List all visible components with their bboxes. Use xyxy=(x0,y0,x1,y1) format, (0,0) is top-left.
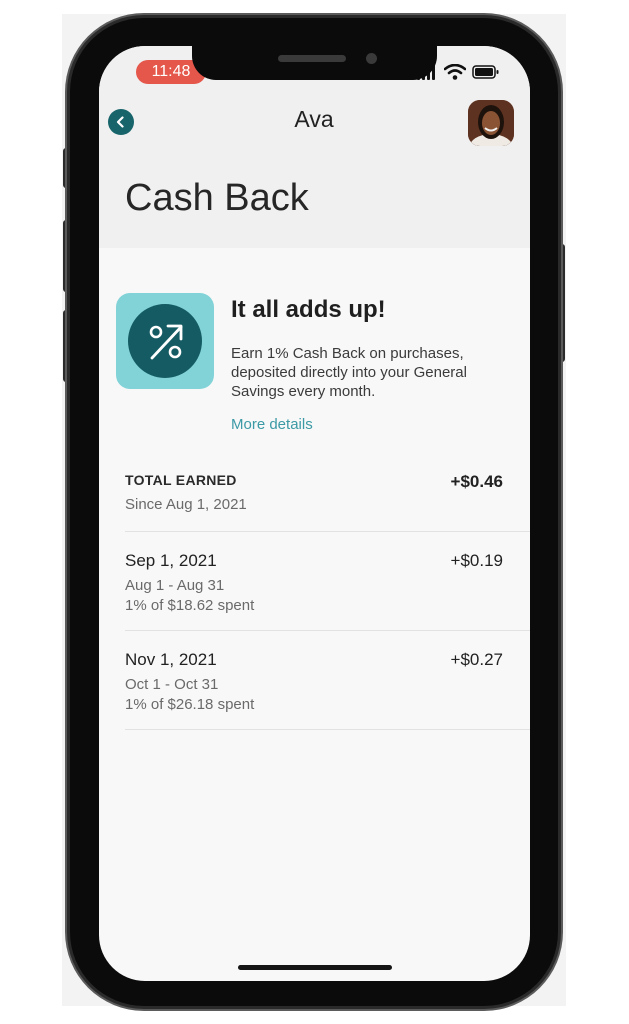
payout-date: Sep 1, 2021 xyxy=(125,551,217,570)
total-earned-row: TOTAL EARNED Since Aug 1, 2021 +$0.46 xyxy=(125,472,530,520)
promo-heading: It all adds up! xyxy=(231,296,386,323)
list-item[interactable]: Nov 1, 2021 Oct 1 - Oct 31 1% of $26.18 … xyxy=(125,650,530,714)
wifi-icon xyxy=(444,64,466,80)
promo-icon-tile xyxy=(116,293,214,389)
payout-amount: +$0.27 xyxy=(450,650,503,669)
payout-period: Oct 1 - Oct 31 xyxy=(125,676,219,693)
header-title: Ava xyxy=(294,106,334,132)
divider xyxy=(125,531,530,532)
power-button xyxy=(558,244,565,362)
avatar-portrait xyxy=(468,100,514,146)
app-screen: 11:48 Ava Cash Back It all adds up! Earn… xyxy=(99,46,530,981)
page-title: Cash Back xyxy=(125,177,309,219)
total-earned-amount: +$0.46 xyxy=(450,472,503,491)
more-details-link[interactable]: More details xyxy=(231,416,313,433)
payout-detail: 1% of $18.62 spent xyxy=(125,597,255,614)
back-button[interactable] xyxy=(108,109,134,135)
home-indicator[interactable] xyxy=(238,965,392,970)
silent-switch xyxy=(63,148,70,188)
notch xyxy=(192,46,437,80)
payout-amount: +$0.19 xyxy=(450,551,503,570)
divider xyxy=(125,729,530,730)
list-item[interactable]: Sep 1, 2021 Aug 1 - Aug 31 1% of $18.62 … xyxy=(125,551,530,615)
payout-detail: 1% of $26.18 spent xyxy=(125,696,255,713)
profile-avatar[interactable] xyxy=(468,100,514,146)
front-camera xyxy=(366,53,377,64)
percent-arrow-icon xyxy=(128,304,202,378)
payout-period: Aug 1 - Aug 31 xyxy=(125,577,225,594)
volume-up-button xyxy=(63,220,70,292)
divider xyxy=(125,630,530,631)
volume-down-button xyxy=(63,310,70,382)
stage: 11:48 Ava Cash Back It all adds up! Earn… xyxy=(0,0,629,1024)
promo-description: Earn 1% Cash Back on purchases, deposite… xyxy=(231,345,467,400)
chevron-left-icon xyxy=(116,116,124,128)
total-earned-label: TOTAL EARNED xyxy=(125,472,237,488)
payout-date: Nov 1, 2021 xyxy=(125,650,217,669)
total-earned-since: Since Aug 1, 2021 xyxy=(125,496,247,513)
battery-icon xyxy=(472,65,499,79)
speaker-grille xyxy=(278,55,346,62)
